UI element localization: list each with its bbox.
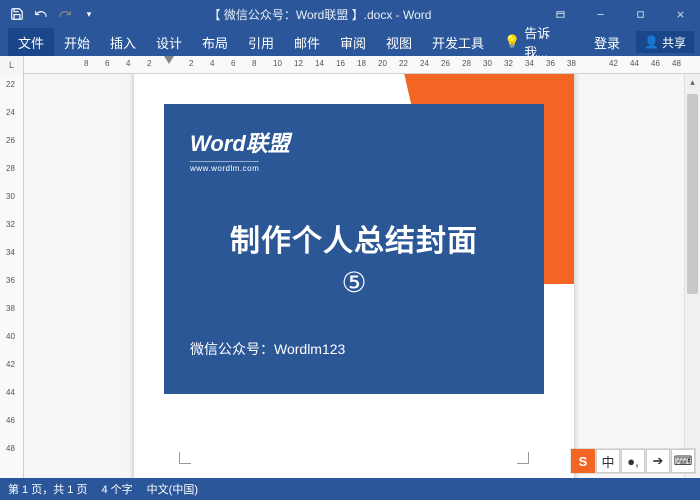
ime-button[interactable]: ➔ bbox=[646, 449, 670, 473]
ribbon-tabs: 文件 开始 插入 设计 布局 引用 邮件 审阅 视图 开发工具 💡告诉我... … bbox=[0, 28, 700, 56]
document-canvas[interactable]: Word联盟 www.wordlm.com 制作个人总结封面 ⑤ 微信公众号：W… bbox=[24, 74, 684, 478]
tab-review[interactable]: 审阅 bbox=[330, 28, 376, 56]
vertical-scrollbar[interactable]: ▴ ▾ ◦ bbox=[684, 74, 700, 478]
share-button[interactable]: 👤共享 bbox=[636, 31, 694, 53]
redo-icon[interactable] bbox=[54, 3, 76, 25]
ruler-tick: 4 bbox=[210, 59, 214, 68]
ruler-tick: 2 bbox=[147, 59, 151, 68]
ruler-tick: 44 bbox=[630, 59, 639, 68]
ruler-tick: 2 bbox=[189, 59, 193, 68]
ruler-tick: 28 bbox=[462, 59, 471, 68]
lightbulb-icon: 💡 bbox=[504, 34, 520, 50]
ruler-tick: 6 bbox=[231, 59, 235, 68]
status-word-count[interactable]: 4 个字 bbox=[101, 481, 132, 497]
ruler-tick: 38 bbox=[567, 59, 576, 68]
minimize-icon[interactable] bbox=[580, 0, 620, 28]
ruler-tick: 22 bbox=[6, 80, 15, 89]
status-language[interactable]: 中文(中国) bbox=[147, 481, 198, 497]
ruler-tick: 36 bbox=[546, 59, 555, 68]
ruler-tick: 44 bbox=[6, 388, 15, 397]
ruler-tick: 22 bbox=[399, 59, 408, 68]
tab-developer[interactable]: 开发工具 bbox=[422, 28, 494, 56]
horizontal-ruler[interactable]: 8642246810121416182022242628303234363842… bbox=[24, 56, 700, 73]
ime-button[interactable]: ⌨ bbox=[671, 449, 695, 473]
ruler-tick: 24 bbox=[420, 59, 429, 68]
status-bar: 第 1 页，共 1 页 4 个字 中文(中国) bbox=[0, 478, 700, 500]
ruler-tick: 6 bbox=[105, 59, 109, 68]
crop-mark-icon bbox=[179, 452, 191, 464]
tab-references[interactable]: 引用 bbox=[238, 28, 284, 56]
ruler-tick: 32 bbox=[504, 59, 513, 68]
ruler-tick: 30 bbox=[6, 192, 15, 201]
ruler-tick: 14 bbox=[315, 59, 324, 68]
title-bar: ▾ 【 微信公众号：Word联盟 】.docx - Word bbox=[0, 0, 700, 28]
crop-mark-icon bbox=[517, 452, 529, 464]
login-button[interactable]: 登录 bbox=[584, 28, 630, 56]
ruler-tick: 20 bbox=[378, 59, 387, 68]
ime-button[interactable]: 中 bbox=[596, 449, 620, 473]
tab-mailings[interactable]: 邮件 bbox=[284, 28, 330, 56]
tab-design[interactable]: 设计 bbox=[146, 28, 192, 56]
horizontal-ruler-area: L 86422468101214161820222426283032343638… bbox=[0, 56, 700, 74]
tab-home[interactable]: 开始 bbox=[54, 28, 100, 56]
ruler-tick: 48 bbox=[6, 444, 15, 453]
quick-access-toolbar: ▾ bbox=[0, 3, 100, 25]
ruler-tick: 34 bbox=[6, 248, 15, 257]
tab-layout[interactable]: 布局 bbox=[192, 28, 238, 56]
tell-me-search[interactable]: 💡告诉我... bbox=[494, 28, 584, 56]
vertical-ruler[interactable]: 22 24 26 28 30 32 34 36 38 40 42 44 46 48 bbox=[0, 74, 24, 478]
ruler-tick: 16 bbox=[336, 59, 345, 68]
ruler-tick: 8 bbox=[252, 59, 256, 68]
tab-file[interactable]: 文件 bbox=[8, 28, 54, 56]
ruler-tick: 24 bbox=[6, 108, 15, 117]
maximize-icon[interactable] bbox=[620, 0, 660, 28]
ime-button[interactable]: ●, bbox=[621, 449, 645, 473]
ruler-tick: 38 bbox=[6, 304, 15, 313]
scroll-up-icon[interactable]: ▴ bbox=[685, 74, 700, 90]
ruler-tick: 26 bbox=[441, 59, 450, 68]
ruler-tick: 26 bbox=[6, 136, 15, 145]
doc-main-title: 制作个人总结封面 bbox=[190, 216, 518, 260]
logo-url: www.wordlm.com bbox=[190, 161, 259, 173]
status-page[interactable]: 第 1 页，共 1 页 bbox=[8, 481, 87, 497]
undo-icon[interactable] bbox=[30, 3, 52, 25]
ruler-tick: 12 bbox=[294, 59, 303, 68]
logo: Word联盟 bbox=[190, 126, 518, 158]
ruler-tick: 8 bbox=[84, 59, 88, 68]
ruler-corner[interactable]: L bbox=[0, 56, 24, 74]
save-icon[interactable] bbox=[6, 3, 28, 25]
ruler-tick: 10 bbox=[273, 59, 282, 68]
doc-sub-text: 微信公众号：Wordlm123 bbox=[190, 339, 518, 359]
doc-circle-number: ⑤ bbox=[190, 266, 518, 299]
ruler-tick: 40 bbox=[6, 332, 15, 341]
ruler-tick: 30 bbox=[483, 59, 492, 68]
ime-button[interactable]: S bbox=[571, 449, 595, 473]
indent-marker-icon[interactable] bbox=[164, 56, 174, 64]
ruler-tick: 28 bbox=[6, 164, 15, 173]
ruler-tick: 48 bbox=[672, 59, 681, 68]
ruler-tick: 34 bbox=[525, 59, 534, 68]
workspace: 22 24 26 28 30 32 34 36 38 40 42 44 46 48 Word联盟 www.… bbox=[0, 74, 700, 478]
qat-customize-icon[interactable]: ▾ bbox=[78, 3, 100, 25]
ruler-tick: 32 bbox=[6, 220, 15, 229]
close-icon[interactable] bbox=[660, 0, 700, 28]
share-icon: 👤 bbox=[644, 35, 659, 49]
tab-view[interactable]: 视图 bbox=[376, 28, 422, 56]
tab-insert[interactable]: 插入 bbox=[100, 28, 146, 56]
ruler-tick: 36 bbox=[6, 276, 15, 285]
blue-card: Word联盟 www.wordlm.com 制作个人总结封面 ⑤ 微信公众号：W… bbox=[164, 104, 544, 394]
ruler-tick: 42 bbox=[609, 59, 618, 68]
ruler-tick: 46 bbox=[651, 59, 660, 68]
ruler-tick: 4 bbox=[126, 59, 130, 68]
ruler-tick: 46 bbox=[6, 416, 15, 425]
window-title: 【 微信公众号：Word联盟 】.docx - Word bbox=[100, 6, 540, 23]
ime-bar: S中●,➔⌨ bbox=[570, 448, 696, 474]
ruler-tick: 42 bbox=[6, 360, 15, 369]
ruler-tick: 18 bbox=[357, 59, 366, 68]
page: Word联盟 www.wordlm.com 制作个人总结封面 ⑤ 微信公众号：W… bbox=[134, 74, 574, 478]
scrollbar-thumb[interactable] bbox=[687, 94, 698, 294]
